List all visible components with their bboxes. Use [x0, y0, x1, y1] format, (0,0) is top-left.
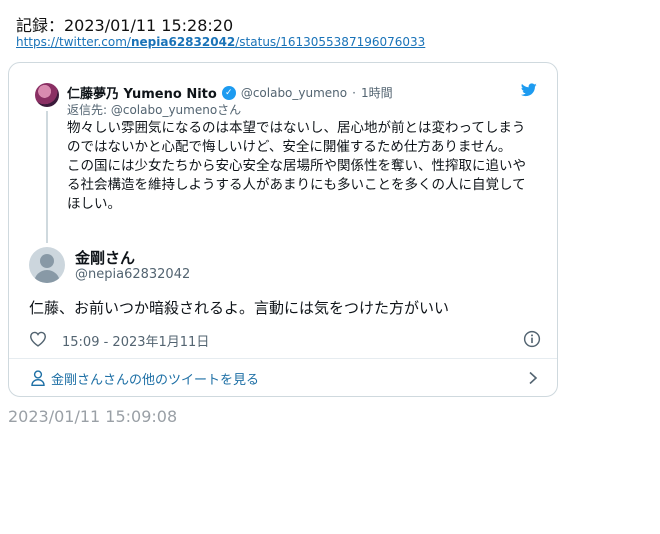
source-url-suffix: /status/1613055387196076033: [235, 35, 426, 49]
parent-tweet-text: 物々しい雰囲気になるのは本望ではないし、居心地が前とは変わってしまうのではないか…: [67, 119, 537, 214]
parent-tweet-paragraph-1: 物々しい雰囲気になるのは本望ではないし、居心地が前とは変わってしまうのではないか…: [67, 120, 526, 155]
verified-badge-icon: ✓: [221, 85, 236, 100]
tweet-meta-row: 15:09 - 2023年1月11日: [29, 329, 541, 350]
tweet-text: 仁藤、お前いつか暗殺されるよ。言動には気をつけた方がいい: [29, 299, 450, 317]
person-icon: [31, 370, 45, 386]
parent-author-avatar[interactable]: [35, 83, 59, 107]
author-avatar[interactable]: [29, 247, 65, 283]
author-name[interactable]: 金剛さん: [75, 247, 135, 268]
header-separator: ·: [352, 85, 356, 100]
parent-tweet-header: 仁藤夢乃 Yumeno Nito ✓ @colabo_yumeno · 1時間: [67, 83, 393, 102]
record-timestamp: 記録：2023/01/11 15:28:20: [16, 16, 234, 35]
parent-author-name[interactable]: 仁藤夢乃 Yumeno Nito: [67, 83, 217, 102]
info-icon[interactable]: [523, 330, 541, 348]
avatar-head-shape: [40, 254, 54, 268]
thread-connector-line: [46, 111, 48, 243]
capture-timestamp: 2023/01/11 15:09:08: [8, 407, 178, 426]
more-tweets-link[interactable]: 金剛さんさんの他のツイートを見る: [29, 369, 539, 388]
parent-tweet-time[interactable]: 1時間: [361, 84, 393, 101]
chevron-right-icon: [529, 371, 538, 385]
twitter-bird-icon[interactable]: [521, 83, 537, 97]
avatar-body-shape: [34, 270, 60, 283]
tweet-timestamp[interactable]: 15:09 - 2023年1月11日: [62, 331, 209, 350]
parent-author-handle[interactable]: @colabo_yumeno: [241, 86, 347, 100]
source-url-handle: nepia62832042: [130, 35, 236, 49]
heart-icon[interactable]: [29, 331, 47, 347]
parent-tweet-paragraph-2: この国には少女たちから安心安全な居場所や関係性を奪い、性搾取に追いやる社会構造を…: [67, 158, 526, 212]
more-tweets-label: 金剛さんさんの他のツイートを見る: [51, 373, 260, 388]
card-divider: [9, 358, 557, 359]
author-handle[interactable]: @nepia62832042: [75, 267, 190, 282]
source-url-prefix: https://twitter.com/: [16, 35, 131, 49]
source-url-link[interactable]: https://twitter.com/nepia62832042/status…: [16, 35, 425, 49]
reply-to-label: 返信先: @colabo_yumenoさん: [67, 103, 242, 117]
embedded-tweet-card[interactable]: 仁藤夢乃 Yumeno Nito ✓ @colabo_yumeno · 1時間 …: [8, 62, 558, 397]
